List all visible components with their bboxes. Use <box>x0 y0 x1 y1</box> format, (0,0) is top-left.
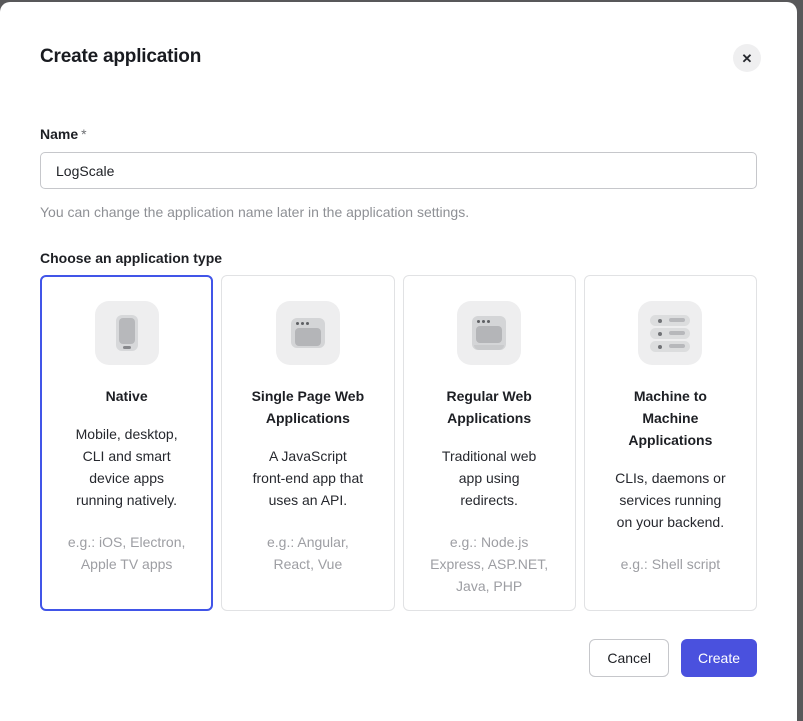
browser-window-chin-icon <box>457 301 521 365</box>
card-example: e.g.: Node.js Express, ASP.NET, Java, PH… <box>418 531 561 597</box>
create-application-dialog: Create application ✕ Name* You can chang… <box>0 2 797 721</box>
card-machine-to-machine[interactable]: Machine to Machine Applications CLIs, da… <box>584 275 757 611</box>
card-title: Native <box>55 385 198 407</box>
dialog-title: Create application <box>40 2 757 68</box>
card-example: e.g.: Shell script <box>599 553 742 575</box>
name-field-label: Name* <box>40 126 757 142</box>
mobile-phone-icon <box>95 301 159 365</box>
browser-window-icon <box>276 301 340 365</box>
card-single-page-web[interactable]: Single Page Web Applications A JavaScrip… <box>221 275 394 611</box>
card-regular-web[interactable]: Regular Web Applications Traditional web… <box>403 275 576 611</box>
close-button[interactable]: ✕ <box>733 44 761 72</box>
card-description: A JavaScript front-end app that uses an … <box>236 445 379 511</box>
application-name-input[interactable] <box>40 152 757 189</box>
application-type-label: Choose an application type <box>40 250 757 266</box>
cancel-button[interactable]: Cancel <box>589 639 669 677</box>
create-button[interactable]: Create <box>681 639 757 677</box>
server-stack-icon <box>638 301 702 365</box>
close-icon: ✕ <box>742 52 753 65</box>
card-description: CLIs, daemons or services running on you… <box>599 467 742 533</box>
card-title: Regular Web Applications <box>418 385 561 429</box>
card-title: Machine to Machine Applications <box>599 385 742 451</box>
card-example: e.g.: iOS, Electron, Apple TV apps <box>55 531 198 575</box>
application-type-cards: Native Mobile, desktop, CLI and smart de… <box>40 275 757 611</box>
required-marker: * <box>81 126 86 142</box>
card-example: e.g.: Angular, React, Vue <box>236 531 379 575</box>
name-helper-text: You can change the application name late… <box>40 204 757 220</box>
card-description: Mobile, desktop, CLI and smart device ap… <box>55 423 198 511</box>
card-description: Traditional web app using redirects. <box>418 445 561 511</box>
dialog-footer: Cancel Create <box>40 639 757 677</box>
card-title: Single Page Web Applications <box>236 385 379 429</box>
card-native[interactable]: Native Mobile, desktop, CLI and smart de… <box>40 275 213 611</box>
